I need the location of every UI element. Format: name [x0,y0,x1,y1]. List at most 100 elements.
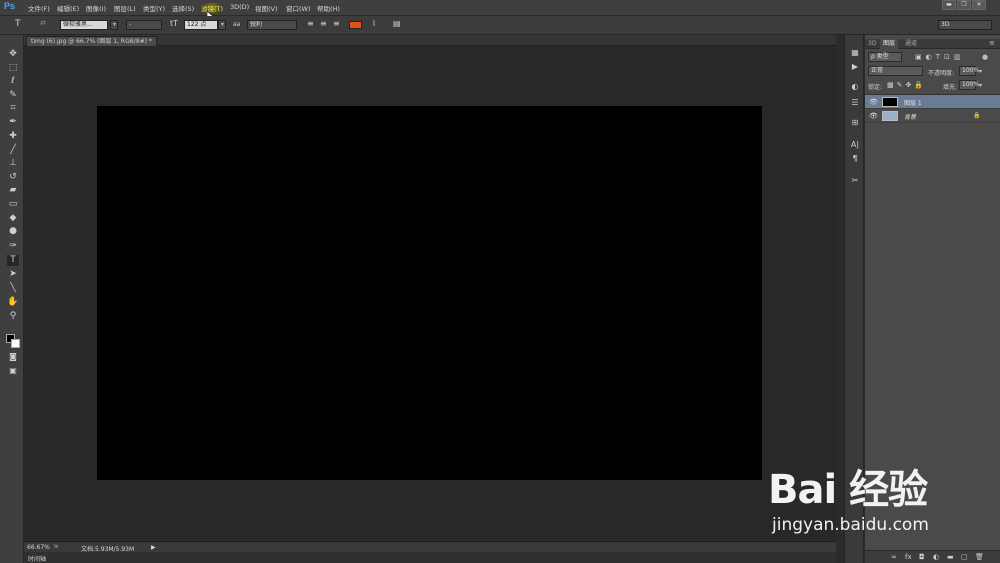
menu-type[interactable]: 类型(Y) [143,3,165,13]
warp-text-icon[interactable]: ⌇ [372,19,376,28]
layer-filter-icons[interactable]: ▣◐T⊡▥ [915,53,964,61]
export-icon[interactable]: ⇲ [53,543,58,550]
timeline-tab[interactable]: 时间轴 [28,554,46,563]
screen-mode-icon[interactable]: ▣ [7,365,19,376]
options-bar: T ⇄ 微软雅黑... ▾ - tT 122 点 ▾ aa 锐利 ≡ ≡ ≡ ⌇… [0,16,1000,35]
align-left-icon[interactable]: ≡ [307,19,314,28]
clone-stamp-tool-icon[interactable]: ⊥ [7,158,19,169]
panel-menu-icon[interactable]: ≡ [989,39,995,47]
color-panel-icon[interactable]: ◐ [849,81,861,92]
shape-tool-icon[interactable]: ╲ [7,283,19,294]
layer-name[interactable]: 背景 [904,112,916,121]
canvas-workspace [24,46,836,540]
antialias-select[interactable]: 锐利 [247,20,297,30]
visibility-eye-icon[interactable]: 👁 [869,98,878,106]
eyedropper-tool-icon[interactable]: ✒ [7,117,19,128]
minimize-button[interactable]: ▬ [942,0,956,10]
orientation-toggle-icon[interactable]: ⇄ [40,19,46,27]
workspace-select[interactable]: 3D [938,20,992,30]
align-right-icon[interactable]: ≡ [333,19,340,28]
tab-3d[interactable]: 3D [865,39,879,49]
document-canvas[interactable] [97,106,762,480]
layer-thumbnail [882,111,898,121]
menu-image[interactable]: 图像(I) [86,3,106,13]
adjustment-layer-icon[interactable]: ◐ [933,553,939,561]
fill-label: 填充: [943,84,958,91]
properties-panel-icon[interactable]: ⊞ [849,117,861,128]
actions-panel-icon[interactable]: ▶ [849,61,861,72]
move-tool-icon[interactable]: ✥ [7,49,19,60]
gradient-tool-icon[interactable]: ▭ [7,199,19,210]
layer-style-icon[interactable]: fx [905,553,912,561]
font-size-select[interactable]: 122 点 [184,20,218,30]
font-style-select[interactable]: - [126,20,162,30]
menu-select[interactable]: 选择(S) [172,3,194,13]
fill-input[interactable]: 100% [959,80,979,90]
paragraph-panel-icon[interactable]: ¶ [849,153,861,164]
quick-mask-icon[interactable]: ◙ [7,351,19,362]
eraser-tool-icon[interactable]: ▰ [7,185,19,196]
adjustments-panel-icon[interactable]: ☰ [849,97,861,108]
tab-channels[interactable]: 通道 [902,39,920,49]
menu-3d[interactable]: 3D(D) [230,3,249,11]
lock-icons[interactable]: ▩✎✥🔒 [887,81,926,89]
align-center-icon[interactable]: ≡ [320,19,327,28]
pen-tool-icon[interactable]: ✑ [7,241,19,252]
blur-tool-icon[interactable]: ◆ [7,213,19,224]
lasso-tool-icon[interactable]: ℓ [7,76,19,87]
tools-preset-panel-icon[interactable]: ✂ [849,175,861,186]
brush-tool-icon[interactable]: ╱ [7,145,19,156]
new-group-icon[interactable]: ▬ [947,553,954,561]
add-mask-icon[interactable]: ◘ [919,553,925,561]
layer-row-background[interactable]: 👁 背景 🔒 [865,109,1000,123]
zoom-tool-icon[interactable]: ⚲ [7,311,19,322]
layer-name[interactable]: 图层 1 [904,98,922,107]
history-brush-tool-icon[interactable]: ↺ [7,172,19,183]
document-tab-bar: timg (6).jpg @ 66.7% (图层 1, RGB/8#) * [24,35,836,46]
filter-toggle-icon[interactable]: ● [982,53,988,61]
menu-view[interactable]: 视图(V) [255,3,278,13]
hand-tool-icon[interactable]: ✋ [7,297,19,308]
character-panel-icon[interactable]: A| [849,139,861,150]
menu-layer[interactable]: 图层(L) [114,3,136,13]
path-selection-tool-icon[interactable]: ➤ [7,269,19,280]
history-panel-icon[interactable]: ▦ [849,47,861,58]
link-layers-icon[interactable]: ∞ [891,553,897,561]
document-tab[interactable]: timg (6).jpg @ 66.7% (图层 1, RGB/8#) * [26,36,157,46]
layer-filter-select[interactable]: ρ 类型 [868,52,902,62]
character-panel-icon[interactable]: ▤ [393,19,401,28]
close-button[interactable]: ✕ [972,0,986,10]
lock-row: 锁定: ▩✎✥🔒 填充: 100% ▾ [865,80,1000,94]
menu-window[interactable]: 窗口(W) [286,3,311,13]
fill-dropdown-icon[interactable]: ▾ [979,82,982,89]
delete-layer-icon[interactable]: 🗑 [975,553,984,561]
dodge-tool-icon[interactable]: ● [7,226,19,237]
quick-selection-tool-icon[interactable]: ✎ [7,90,19,101]
restore-button[interactable]: ❐ [957,0,971,10]
font-family-dropdown-icon[interactable]: ▾ [110,20,118,30]
blend-mode-select[interactable]: 正常 [868,66,923,76]
tools-panel: ✥ ⬚ ℓ ✎ ⌗ ✒ ✚ ╱ ⊥ ↺ ▰ ▭ ◆ ● ✑ T ➤ ╲ ✋ ⚲ … [0,35,24,563]
healing-brush-tool-icon[interactable]: ✚ [7,131,19,142]
status-menu-arrow-icon[interactable]: ▶ [151,544,156,551]
menu-file[interactable]: 文件(F) [28,3,50,13]
menu-help[interactable]: 帮助(H) [317,3,340,13]
zoom-level[interactable]: 66.67% [27,544,50,551]
text-color-swatch[interactable] [349,21,362,29]
marquee-tool-icon[interactable]: ⬚ [7,63,19,74]
background-color-swatch[interactable] [11,339,20,348]
new-layer-icon[interactable]: ▢ [961,553,968,561]
type-tool-icon[interactable]: T [7,255,19,266]
tab-layers[interactable]: 图层 [880,39,899,49]
opacity-dropdown-icon[interactable]: ▾ [979,68,982,75]
menu-edit[interactable]: 编辑(E) [57,3,79,13]
panel-tabs: 3D 图层 通道 ≡ [865,39,1000,49]
font-size-dropdown-icon[interactable]: ▾ [218,20,226,30]
lock-icon: 🔒 [973,112,981,119]
visibility-eye-icon[interactable]: 👁 [869,112,878,120]
font-family-select[interactable]: 微软雅黑... [60,20,108,30]
opacity-input[interactable]: 100% [959,66,979,76]
crop-tool-icon[interactable]: ⌗ [7,103,19,114]
text-tool-preset-icon[interactable]: T [15,19,21,29]
layer-row-1[interactable]: 👁 图层 1 [865,95,1000,109]
